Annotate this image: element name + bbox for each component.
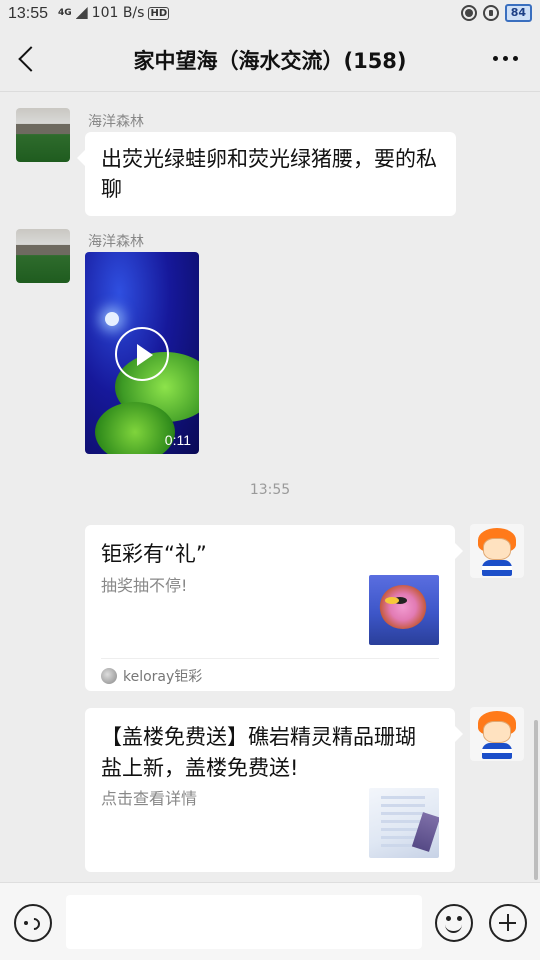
battery-icon: 84 (504, 4, 532, 22)
hd-icon: HD (148, 6, 170, 20)
sender-avatar[interactable] (16, 229, 70, 283)
card-source: keloray钜彩 (101, 658, 439, 692)
network-speed: 101 B/s (91, 5, 145, 21)
sender-avatar[interactable] (16, 108, 70, 162)
input-bar (0, 882, 540, 960)
my-avatar[interactable] (470, 524, 524, 578)
status-time: 13:55 (8, 5, 49, 22)
video-message[interactable]: 0:11 (85, 252, 199, 454)
signal-icon (75, 7, 88, 19)
network-type: 4G (58, 8, 72, 18)
emoji-icon[interactable] (435, 904, 473, 942)
back-arrow-icon[interactable] (14, 46, 40, 74)
video-duration: 0:11 (164, 432, 191, 448)
card-thumbnail (369, 575, 439, 645)
play-icon[interactable] (115, 327, 169, 381)
source-logo-icon (101, 667, 117, 684)
chat-header: 家中望海（海水交流）(158) (0, 28, 540, 92)
my-avatar[interactable] (470, 707, 524, 761)
card-description: 点击查看详情 (101, 789, 198, 808)
sender-name: 海洋森林 (88, 234, 144, 250)
card-title: 【盖楼免费送】礁岩精灵精品珊瑚盐上新，盖楼免费送! (101, 725, 416, 780)
do-not-disturb-icon (460, 5, 477, 21)
text-message[interactable]: 出荧光绿蛙卵和荧光绿猪腰，要的私聊 (77, 132, 456, 216)
link-card[interactable]: 钜彩有“礼” 抽奖抽不停! keloray钜彩 (85, 525, 463, 692)
card-thumbnail (369, 788, 439, 858)
message-timestamp: 13:55 (249, 482, 291, 498)
voice-icon[interactable] (14, 904, 52, 942)
message-input[interactable] (66, 895, 422, 949)
scrollbar[interactable] (534, 720, 538, 880)
more-dots-icon[interactable] (493, 56, 518, 61)
status-right: 84 (460, 4, 532, 22)
network-indicator: 4G 101 B/s HD (58, 5, 170, 21)
link-card[interactable]: 【盖楼免费送】礁岩精灵精品珊瑚盐上新，盖楼免费送! 点击查看详情 (85, 708, 463, 872)
card-description: 抽奖抽不停! (101, 576, 188, 595)
lock-icon (482, 5, 499, 21)
sender-name: 海洋森林 (88, 114, 144, 130)
card-source-name: keloray钜彩 (123, 668, 203, 685)
status-bar: 13:55 4G 101 B/s HD 84 (0, 0, 540, 28)
plus-icon[interactable] (489, 904, 527, 942)
chat-title: 家中望海（海水交流）(158) (133, 49, 407, 73)
card-title: 钜彩有“礼” (101, 542, 207, 566)
